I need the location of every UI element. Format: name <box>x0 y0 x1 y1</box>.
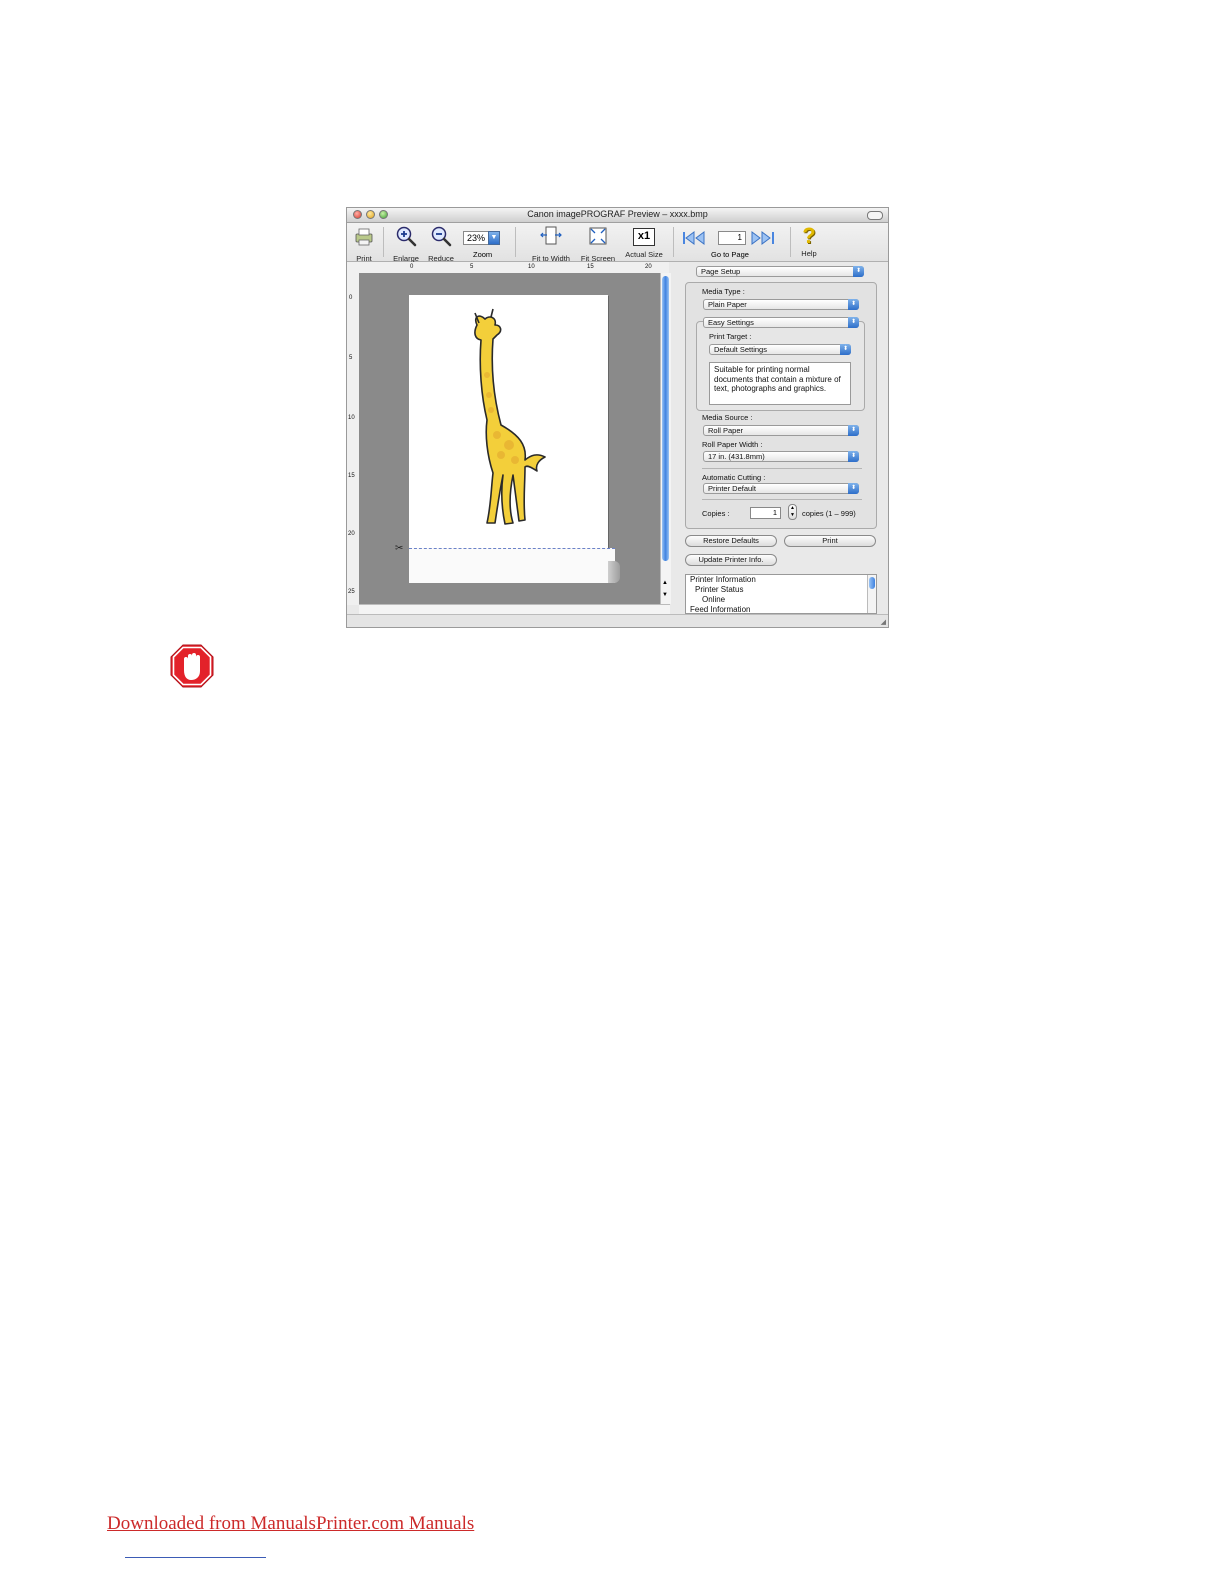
toolbar-separator <box>790 227 791 257</box>
print-target-value: Default Settings <box>714 345 767 354</box>
media-source-select[interactable]: Roll Paper ⬍ <box>703 425 859 436</box>
print-target-label: Print Target : <box>709 332 752 341</box>
media-source-value: Roll Paper <box>708 426 744 435</box>
ruler-label: 10 <box>348 415 355 421</box>
fit-screen-icon <box>589 227 607 245</box>
ruler-label: 5 <box>349 355 353 361</box>
printer-info-item: Online <box>702 595 726 604</box>
footer-divider <box>125 1557 266 1558</box>
copies-range-label: copies (1 – 999) <box>802 509 856 518</box>
fit-to-width-button[interactable]: Fit to Width <box>527 225 575 263</box>
settings-section-value: Page Setup <box>701 267 741 276</box>
auto-cut-value: Printer Default <box>708 484 756 493</box>
scroll-up-arrow[interactable]: ▲ <box>662 580 668 586</box>
copies-input[interactable]: 1 <box>750 507 781 519</box>
print-toolbar-button[interactable]: Print <box>351 225 377 263</box>
ruler-label: 25 <box>348 589 355 595</box>
preview-window: Canon imagePROGRAF Preview – xxxx.bmp Pr… <box>346 207 889 628</box>
enlarge-button[interactable]: Enlarge <box>391 225 421 263</box>
chevron-updown-icon: ⬍ <box>853 266 864 277</box>
ruler-label: 20 <box>348 531 355 537</box>
info-scrollbar[interactable] <box>867 575 876 613</box>
help-icon: ? <box>802 223 816 248</box>
restore-defaults-button[interactable]: Restore Defaults <box>685 535 777 547</box>
toolbar-separator <box>673 227 674 257</box>
toolbar-toggle-button[interactable] <box>867 211 883 220</box>
title-bar: Canon imagePROGRAF Preview – xxxx.bmp <box>347 208 888 223</box>
roll-width-value: 17 in. (431.8mm) <box>708 452 765 461</box>
media-type-value: Plain Paper <box>708 300 747 309</box>
ruler-label: 15 <box>587 264 594 270</box>
help-label: Help <box>801 249 817 258</box>
easy-settings-select[interactable]: Easy Settings ⬍ <box>703 317 859 328</box>
printer-info-item: Feed Information <box>690 605 751 614</box>
chevron-updown-icon: ⬍ <box>848 425 859 436</box>
chevron-updown-icon: ⬍ <box>848 483 859 494</box>
window-footer: ◢ <box>347 614 888 627</box>
chevron-updown-icon: ⬍ <box>840 344 851 355</box>
toolbar: Print Enlarge Reduce 23% ▼ Zoom Fit to W… <box>347 223 888 263</box>
fit-width-icon <box>540 226 562 245</box>
ruler-label: 0 <box>410 264 414 270</box>
fit-screen-button[interactable]: Fit Screen <box>578 225 618 263</box>
actual-size-button[interactable]: x1 Actual Size <box>623 225 665 259</box>
auto-cut-select[interactable]: Printer Default ⬍ <box>703 483 859 494</box>
copies-stepper[interactable]: ▲ ▼ <box>788 504 797 520</box>
stop-hand-icon <box>170 644 214 688</box>
media-type-select[interactable]: Plain Paper ⬍ <box>703 299 859 310</box>
roll-paper-margin <box>409 548 615 583</box>
ruler-label: 5 <box>470 264 474 270</box>
actual-size-icon: x1 <box>633 228 655 246</box>
actual-size-label: Actual Size <box>625 250 663 259</box>
zoom-in-icon <box>396 226 417 247</box>
page-number-input[interactable]: 1 <box>718 231 746 245</box>
giraffe-image <box>474 308 546 525</box>
media-source-label: Media Source : <box>702 413 753 422</box>
ruler-label: 0 <box>349 295 353 301</box>
page-preview <box>409 295 608 548</box>
print-button[interactable]: Print <box>784 535 876 547</box>
toolbar-separator <box>383 227 384 257</box>
auto-cut-label: Automatic Cutting : <box>702 473 766 482</box>
printer-info-panel: Printer Information Printer Status Onlin… <box>685 574 877 614</box>
roll-width-select[interactable]: 17 in. (431.8mm) ⬍ <box>703 451 859 462</box>
ruler-label: 10 <box>528 264 535 270</box>
zoom-label: Zoom <box>473 250 493 259</box>
update-printer-info-button[interactable]: Update Printer Info. <box>685 554 777 566</box>
zoom-out-icon <box>431 226 452 247</box>
settings-section-select[interactable]: Page Setup ⬍ <box>696 266 864 277</box>
divider <box>702 468 862 469</box>
scissors-icon: ✂ <box>395 543 404 554</box>
last-page-button[interactable] <box>750 231 784 245</box>
go-to-page-label: Go to Page <box>711 250 749 259</box>
printer-info-item: Printer Status <box>695 585 744 594</box>
ruler-label: 20 <box>645 264 652 270</box>
help-button[interactable]: ? Help <box>797 225 821 259</box>
copies-label: Copies : <box>702 509 730 518</box>
divider <box>702 499 862 500</box>
chevron-updown-icon: ⬍ <box>848 299 859 310</box>
window-title: Canon imagePROGRAF Preview – xxxx.bmp <box>527 209 708 219</box>
print-target-description: Suitable for printing normal documents t… <box>709 362 851 405</box>
roll-width-label: Roll Paper Width : <box>702 440 763 449</box>
media-type-label: Media Type : <box>702 287 745 296</box>
footer-download-link[interactable]: Downloaded from ManualsPrinter.com Manua… <box>107 1513 474 1535</box>
ruler-label: 15 <box>348 473 355 479</box>
reduce-button[interactable]: Reduce <box>426 225 456 263</box>
scroll-down-arrow[interactable]: ▼ <box>662 592 668 598</box>
first-page-button[interactable] <box>682 231 716 245</box>
roll-end <box>608 561 620 583</box>
print-target-select[interactable]: Default Settings ⬍ <box>709 344 851 355</box>
printer-info-item: Printer Information <box>690 575 756 584</box>
info-scrollbar-thumb[interactable] <box>869 577 875 589</box>
easy-settings-value: Easy Settings <box>708 318 754 327</box>
scrollbar-thumb[interactable] <box>662 276 669 561</box>
chevron-updown-icon: ⬍ <box>848 317 859 328</box>
toolbar-separator <box>515 227 516 257</box>
chevron-updown-icon: ⬍ <box>848 451 859 462</box>
resize-grip-icon[interactable]: ◢ <box>881 618 886 626</box>
printer-icon <box>355 228 373 246</box>
zoom-dropdown-arrow[interactable]: ▼ <box>488 231 500 245</box>
